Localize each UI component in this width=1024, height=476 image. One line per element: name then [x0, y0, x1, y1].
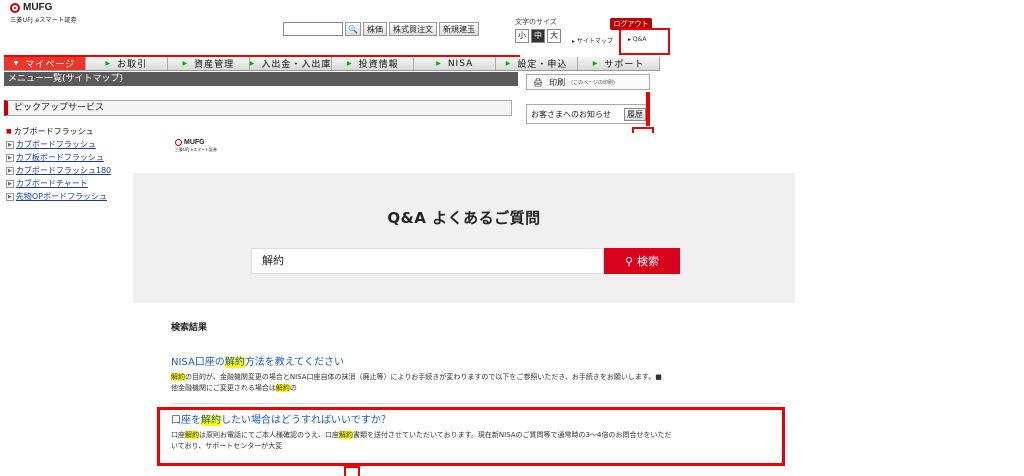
nav-item-settings[interactable]: ▶ 設定・申込 — [496, 57, 579, 70]
nav-item-nisa[interactable]: ▶ NISA — [414, 57, 497, 70]
notice-box: お客さまへのお知らせ 履歴 — [526, 104, 650, 124]
sidebar-link[interactable]: カブボードフラッシュ180 — [6, 164, 111, 177]
mufg-logo-icon — [10, 2, 20, 13]
nav-item-mypage[interactable]: ▼ マイページ — [4, 57, 86, 70]
notice-history-button[interactable]: 履歴 — [624, 107, 646, 121]
logo-text: MUFG — [23, 2, 53, 13]
result-item: NISA口座の解約方法を教えてください 解約の目的が、金融機関変更の場合とNIS… — [171, 353, 781, 394]
sitemap-link[interactable]: ▸ サイトマップ — [572, 36, 613, 45]
qa-logo[interactable]: MUFG 三菱UFJ eスマート証券 — [175, 139, 217, 153]
printer-icon: 🖨 — [533, 77, 544, 87]
print-note: (このページの印刷) — [571, 79, 615, 86]
qa-panel: MUFG 三菱UFJ eスマート証券 Q&A よくあるご質問 解約 ⚲ 検索 検… — [133, 133, 795, 476]
result-divider — [171, 403, 781, 404]
quote-search: 🔍 株価 株式買注文 新規建玉 — [283, 22, 479, 36]
sidebar-link[interactable]: カブ板ボードフラッシュ — [6, 151, 111, 164]
pickup-services-header: ピックアップサービス — [4, 100, 512, 116]
sidebar-heading: カブボードフラッシュ — [6, 125, 111, 138]
buy-order-button[interactable]: 株式買注文 — [388, 22, 437, 36]
sidebar-link[interactable]: 先物OPボードフラッシュ — [6, 190, 111, 203]
print-button[interactable]: 🖨 印刷 (このページの印刷) — [526, 74, 650, 90]
pickup-sidebar: カブボードフラッシュ カブボードフラッシュ カブ板ボードフラッシュ カブボードフ… — [6, 125, 111, 203]
stock-price-button[interactable]: 株価 — [362, 22, 387, 36]
search-button[interactable]: ⚲ 検索 — [604, 248, 680, 274]
sidebar-link[interactable]: カブボードフラッシュ — [6, 138, 111, 151]
sitemap-header: メニュー一覧(サイトマップ) — [4, 72, 518, 86]
mufg-logo[interactable]: MUFG 三菱UFJ eスマート証券 — [10, 2, 77, 24]
sidebar-link[interactable]: カブボードチャート — [6, 177, 111, 190]
qa-search: 解約 ⚲ 検索 — [251, 248, 680, 274]
nav-item-trade[interactable]: ▶ お取引 — [86, 57, 168, 70]
page-title: Q&A よくあるご質問 — [387, 209, 541, 227]
nav-item-assets[interactable]: ▶ 資産管理 — [168, 57, 250, 70]
nav-item-support[interactable]: ▶ サポート — [578, 57, 660, 70]
result-highlight-box — [157, 407, 785, 466]
qa-hero: Q&A よくあるご質問 解約 ⚲ 検索 — [133, 173, 795, 303]
nav-item-deposit[interactable]: ▶ 入出金・入出庫 — [250, 57, 333, 70]
qa-logo-subtitle: 三菱UFJ eスマート証券 — [175, 147, 218, 152]
search-input[interactable]: 解約 — [251, 248, 604, 274]
result-title-link[interactable]: NISA口座の解約方法を教えてください — [171, 353, 781, 368]
bottom-marker — [344, 466, 360, 476]
new-position-button[interactable]: 新規建玉 — [438, 22, 479, 36]
results-heading: 検索結果 — [171, 323, 208, 333]
search-icon[interactable]: 🔍 — [345, 22, 361, 36]
font-size-label: 文字のサイズ — [515, 18, 557, 26]
mufg-logo-icon — [175, 139, 182, 146]
quote-search-input[interactable] — [283, 22, 343, 36]
main-nav: ▼ マイページ ▶ お取引 ▶ 資産管理 ▶ 入出金・入出庫 ▶ 投資情報 ▶ NISA ▶… — [4, 57, 660, 71]
result-snippet: 解約の目的が、金融機関変更の場合とNISA口座自体の抹消（廃止等）によりお手続き… — [171, 373, 662, 392]
qa-link-highlight-box — [619, 28, 670, 55]
font-large-button[interactable]: 大 — [547, 29, 561, 43]
search-icon: ⚲ — [624, 254, 634, 268]
print-label: 印刷 — [549, 77, 566, 87]
font-medium-button[interactable]: 中 — [531, 29, 545, 43]
notice-highlight-bar — [646, 92, 650, 126]
notice-label: お客さまへのお知らせ — [531, 109, 611, 119]
nav-item-investment-info[interactable]: ▶ 投資情報 — [332, 57, 415, 70]
qa-logo-text: MUFG — [184, 139, 205, 146]
font-size-control: 文字のサイズ 小 中 大 — [515, 17, 561, 43]
font-small-button[interactable]: 小 — [515, 29, 529, 43]
logo-subtitle: 三菱UFJ eスマート証券 — [10, 17, 77, 24]
search-button-label: 検索 — [637, 255, 660, 268]
